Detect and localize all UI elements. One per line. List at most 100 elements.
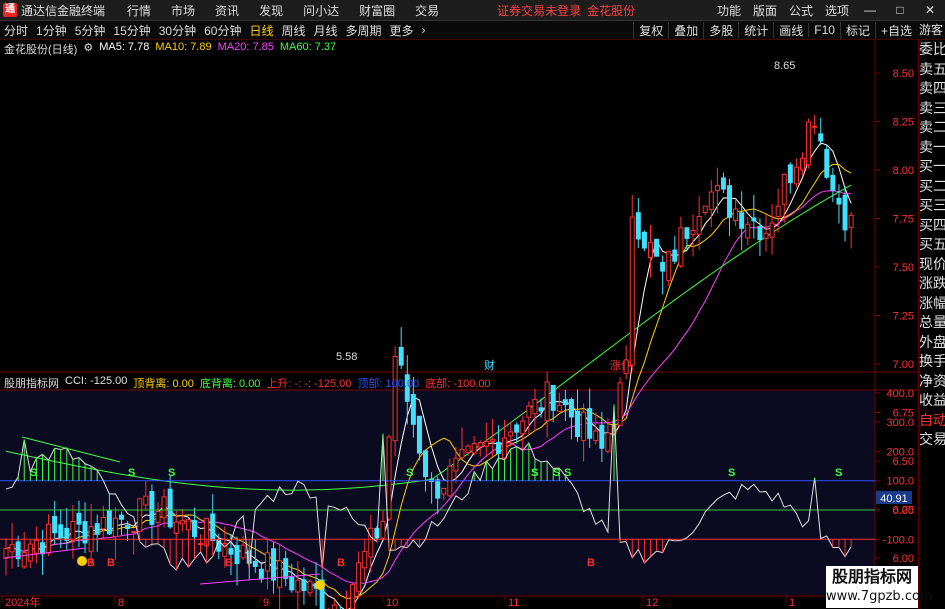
tool-f10[interactable]: F10	[808, 23, 840, 37]
panel-row[interactable]: 现价	[919, 255, 945, 275]
candle-body	[185, 519, 191, 531]
panel-row[interactable]: 交易	[919, 430, 945, 450]
menu-formula[interactable]: 公式	[783, 2, 819, 19]
candle-body	[502, 437, 508, 459]
menu-options[interactable]: 选项	[819, 2, 855, 19]
auto-trade-row[interactable]: 自动	[919, 411, 945, 431]
panel-row[interactable]: 卖二	[919, 118, 945, 138]
settings-gear-icon[interactable]: ⚙	[83, 41, 93, 57]
menu-item-news[interactable]: 资讯	[205, 2, 249, 19]
tool-add-watchlist[interactable]: +自选	[874, 21, 917, 39]
candle-body	[696, 215, 702, 235]
candle-body	[556, 404, 562, 412]
stock-legend-title[interactable]: 金花股份(日线)	[4, 41, 77, 57]
guest-label[interactable]: 游客	[917, 21, 945, 39]
candle-body	[125, 525, 131, 530]
tab-15min[interactable]: 15分钟	[109, 22, 154, 39]
panel-row[interactable]: 卖三	[919, 99, 945, 119]
title-bar: 通 通达信金融终端 行情 市场 资讯 发现 问小达 财富圈 交易 证券交易未登录…	[0, 0, 945, 21]
candle-body	[526, 405, 532, 418]
candle-body	[119, 514, 125, 520]
tool-stats[interactable]: 统计	[738, 21, 773, 39]
tab-weekly[interactable]: 周线	[277, 22, 309, 39]
panel-row[interactable]: 净资	[919, 372, 945, 392]
tab-30min[interactable]: 30分钟	[155, 22, 200, 39]
candle-body	[690, 229, 696, 235]
tab-multi-period[interactable]: 多周期	[342, 22, 386, 39]
candle-body	[295, 579, 301, 593]
candle-body	[465, 445, 471, 453]
candle-body	[708, 191, 714, 211]
buy-signal: B	[225, 557, 233, 569]
menu-item-market[interactable]: 行情	[117, 2, 161, 19]
panel-row[interactable]: 买一	[919, 157, 945, 177]
login-status[interactable]: 证券交易未登录	[497, 2, 581, 19]
candle-body	[210, 513, 216, 541]
tab-monthly[interactable]: 月线	[310, 22, 342, 39]
price-tick-label: 7.50	[893, 262, 914, 274]
menu-item-trade[interactable]: 交易	[405, 2, 449, 19]
candle-body	[544, 381, 550, 422]
date-tick-label: 8	[118, 597, 124, 609]
date-tick-label: 10	[386, 597, 398, 609]
menu-item-markets[interactable]: 市场	[161, 2, 205, 19]
candle-body	[672, 249, 678, 262]
panel-row[interactable]: 买二	[919, 177, 945, 197]
panel-row[interactable]: 总量	[919, 313, 945, 333]
panel-row[interactable]: 涨跌	[919, 274, 945, 294]
panel-row[interactable]: 收益	[919, 391, 945, 411]
tool-overlay[interactable]: 叠加	[668, 21, 703, 39]
tab-intraday[interactable]: 分时	[0, 22, 32, 39]
panel-row[interactable]: 卖一	[919, 138, 945, 158]
buy-signal: B	[587, 557, 595, 569]
panel-row[interactable]: 卖四	[919, 79, 945, 99]
tool-draw[interactable]: 画线	[773, 21, 808, 39]
price-tick-label: 7.00	[893, 359, 914, 371]
tool-multi-stock[interactable]: 多股	[703, 21, 738, 39]
watermark-logo: 股朋指标网 www.7gpzb.com	[826, 566, 933, 608]
menu-item-discover[interactable]: 发现	[249, 2, 293, 19]
kline-chart-svg[interactable]: 8.65 5.58 财 涨停 8.50 8.25 8.00 7.75 7.50 7.25 7.00…	[0, 40, 918, 609]
sell-signal: S	[553, 467, 560, 479]
maximize-icon[interactable]: □	[885, 3, 915, 17]
tool-adjust[interactable]: 复权	[633, 21, 668, 39]
tab-more[interactable]: 更多	[386, 22, 418, 39]
candle-body	[775, 205, 781, 218]
bottom-label: 底部: -100.00	[425, 378, 491, 390]
candle-body	[228, 548, 234, 555]
panel-row[interactable]: 买三	[919, 196, 945, 216]
candle-body	[301, 579, 307, 592]
cci-tick-label: -100.0	[883, 534, 914, 546]
panel-row[interactable]: 涨幅	[919, 294, 945, 314]
menu-function[interactable]: 功能	[711, 2, 747, 19]
tool-mark[interactable]: 标记	[839, 21, 875, 39]
candle-body	[757, 225, 763, 241]
panel-row[interactable]: 买五	[919, 235, 945, 255]
panel-row[interactable]: 委比	[919, 40, 945, 60]
panel-row[interactable]: 换手	[919, 352, 945, 372]
price-tick-label: 8.50	[893, 68, 914, 80]
price-tick-label: 8.00	[893, 165, 914, 177]
tab-1min[interactable]: 1分钟	[32, 22, 71, 39]
panel-row[interactable]: 买四	[919, 216, 945, 236]
candle-body	[392, 355, 398, 442]
candle-body	[739, 212, 745, 229]
more-chevron-icon[interactable]: ›	[418, 23, 430, 37]
panel-row[interactable]: 外盘	[919, 333, 945, 353]
candle-body	[538, 407, 544, 412]
panel-row[interactable]: 卖五	[919, 60, 945, 80]
buy-signal: B	[107, 557, 115, 569]
tab-daily[interactable]: 日线	[245, 22, 277, 39]
candle-body	[435, 479, 441, 499]
menu-layout[interactable]: 版面	[747, 2, 783, 19]
minimize-icon[interactable]: —	[855, 3, 885, 17]
finance-marker: 财	[484, 358, 495, 372]
indicator-name[interactable]: 股朋指标网	[4, 375, 59, 391]
tab-5min[interactable]: 5分钟	[71, 22, 110, 39]
tab-60min[interactable]: 60分钟	[200, 22, 245, 39]
close-icon[interactable]: ✕	[915, 3, 945, 17]
menu-item-wealth[interactable]: 财富圈	[349, 2, 405, 19]
candle-body	[842, 194, 848, 231]
candle-body	[33, 539, 39, 554]
menu-item-ask[interactable]: 问小达	[293, 2, 349, 19]
